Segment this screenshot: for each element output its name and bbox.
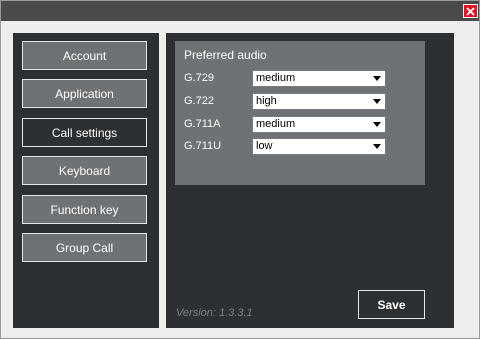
- chevron-down-icon: [373, 122, 381, 127]
- sidebar-item-function-key[interactable]: Function key: [22, 195, 147, 224]
- sidebar-item-label: Function key: [50, 202, 119, 217]
- call-settings-panel: Preferred audio G.729 medium G.722 high: [166, 33, 454, 328]
- chevron-down-icon: [373, 144, 381, 149]
- codec-row-g711u: G.711U low: [184, 138, 424, 156]
- codec-g711a-select[interactable]: medium: [252, 116, 386, 133]
- sidebar-item-keyboard[interactable]: Keyboard: [22, 156, 147, 185]
- sidebar-item-label: Account: [62, 48, 107, 63]
- codec-label: G.729: [184, 72, 214, 84]
- preferred-audio-title: Preferred audio: [184, 48, 267, 62]
- sidebar-item-label: Call settings: [51, 125, 118, 140]
- version-label: Version: 1.3.3.1: [176, 307, 253, 319]
- sidebar-item-label: Group Call: [55, 240, 114, 255]
- close-icon: [466, 6, 475, 16]
- sidebar-item-account[interactable]: Account: [22, 41, 147, 70]
- sidebar-item-call-settings[interactable]: Call settings: [22, 118, 147, 147]
- codec-g722-select[interactable]: high: [252, 93, 386, 110]
- preferred-audio-group: Preferred audio G.729 medium G.722 high: [175, 41, 425, 185]
- select-value: low: [256, 140, 273, 152]
- codec-row-g729: G.729 medium: [184, 70, 424, 88]
- sidebar-item-application[interactable]: Application: [22, 79, 147, 108]
- sidebar: Account Application Call settings Keyboa…: [13, 33, 159, 328]
- codec-g711u-select[interactable]: low: [252, 138, 386, 155]
- codec-g729-select[interactable]: medium: [252, 70, 386, 87]
- sidebar-item-group-call[interactable]: Group Call: [22, 233, 147, 262]
- chevron-down-icon: [373, 76, 381, 81]
- save-button-label: Save: [377, 297, 406, 312]
- select-value: medium: [256, 118, 296, 130]
- select-value: high: [256, 95, 277, 107]
- save-button[interactable]: Save: [358, 290, 425, 319]
- codec-label: G.711A: [184, 118, 221, 130]
- close-button[interactable]: [463, 4, 478, 18]
- codec-label: G.711U: [184, 140, 222, 152]
- settings-body: Account Application Call settings Keyboa…: [1, 21, 479, 338]
- codec-row-g722: G.722 high: [184, 93, 424, 111]
- sidebar-item-label: Keyboard: [58, 163, 111, 178]
- sidebar-item-label: Application: [55, 86, 114, 101]
- settings-window: Account Application Call settings Keyboa…: [0, 0, 480, 339]
- select-value: medium: [256, 72, 296, 84]
- title-bar[interactable]: [1, 1, 479, 21]
- codec-row-g711a: G.711A medium: [184, 116, 424, 134]
- codec-label: G.722: [184, 95, 214, 107]
- chevron-down-icon: [373, 99, 381, 104]
